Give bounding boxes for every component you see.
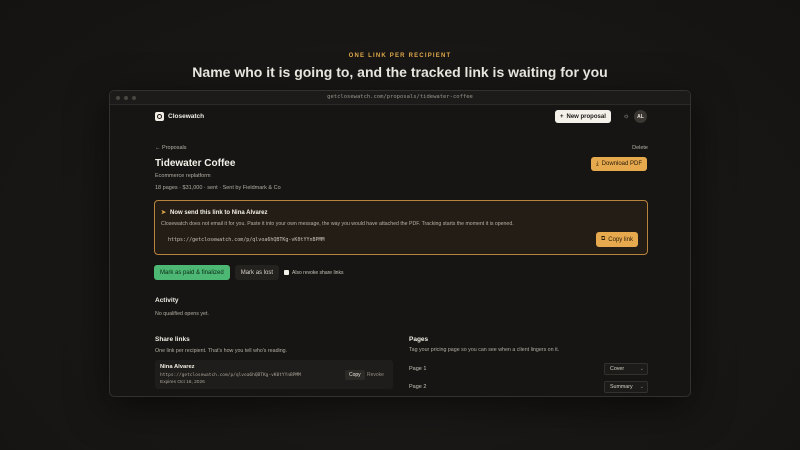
page-tag-select[interactable]: Cover ⌄: [604, 363, 648, 375]
eyebrow: ONE LINK PER RECIPIENT: [348, 53, 452, 59]
mark-paid-button[interactable]: Mark as paid & finalized: [154, 265, 230, 280]
download-label: Download PDF: [601, 161, 643, 167]
delete-button[interactable]: Delete: [632, 145, 648, 151]
share-links-description: One link per recipient. That's how you t…: [155, 348, 288, 354]
copy-icon: ⧉: [601, 236, 606, 242]
share-revoke-button[interactable]: Revoke: [367, 372, 384, 378]
callout-title: ➤ Now send this link to Nina Alvarez: [161, 209, 268, 217]
revoke-label: Also revoke share links: [292, 269, 344, 276]
share-expiry: Expires Oct 16, 2026: [160, 380, 205, 385]
callout-title-text: Now send this link to Nina Alvarez: [170, 209, 268, 216]
checkbox-box[interactable]: [284, 270, 290, 275]
page-row: Page 2 Summary ⌄: [409, 381, 648, 393]
chevron-down-icon: ⌄: [639, 384, 644, 390]
share-links-title: Share links: [155, 336, 190, 343]
page-title: Tidewater Coffee: [155, 158, 236, 169]
avatar[interactable]: AL: [634, 110, 647, 123]
brand-name: Closewatch: [168, 113, 205, 120]
share-url: https://getclosewatch.com/p/qlvoa6hQBTKg…: [160, 373, 301, 378]
theme-toggle-icon[interactable]: ☼: [623, 113, 629, 120]
page-tag-select[interactable]: Summary ⌄: [604, 381, 648, 393]
browser-window: getclosewatch.com/proposals/tidewater-co…: [109, 90, 691, 397]
mark-lost-button[interactable]: Mark as lost: [234, 265, 280, 280]
callout-description: Closewatch does not email it for you. Pa…: [161, 221, 514, 227]
copy-link-label: Copy link: [608, 236, 633, 243]
arrow-left-icon: ←: [155, 145, 161, 151]
page-label: Page 1: [409, 366, 427, 372]
pages-title: Pages: [409, 336, 429, 343]
breadcrumb[interactable]: ← Proposals: [155, 145, 187, 151]
copy-link-button[interactable]: ⧉ Copy link: [596, 232, 638, 247]
send-link-callout: ➤ Now send this link to Nina Alvarez Clo…: [154, 200, 648, 255]
status-actions: Mark as paid & finalized Mark as lost Al…: [154, 265, 343, 280]
chevron-down-icon: ⌄: [639, 366, 644, 372]
app-content: Closewatch + New proposal ☼ AL ← Proposa…: [154, 105, 648, 393]
send-icon: ➤: [161, 210, 167, 216]
share-link-row: Nina Alvarez https://getclosewatch.com/p…: [155, 360, 393, 389]
top-bar: Closewatch + New proposal ☼ AL: [154, 105, 648, 129]
page-tag-value: Summary: [610, 384, 633, 390]
new-proposal-button[interactable]: + New proposal: [555, 110, 611, 123]
activity-empty: No qualified opens yet.: [155, 311, 209, 317]
page-subtitle: Ecommerce replatform: [155, 173, 211, 179]
page-row: Page 1 Cover ⌄: [409, 363, 648, 375]
download-pdf-button[interactable]: ⤓ Download PDF: [591, 157, 648, 171]
breadcrumb-label: Proposals: [162, 145, 187, 151]
download-icon: ⤓: [596, 160, 599, 167]
revoke-checkbox[interactable]: Also revoke share links: [284, 270, 343, 276]
brand[interactable]: Closewatch: [155, 112, 204, 121]
activity-title: Activity: [155, 297, 179, 304]
proposal-meta: 18 pages · $31,000 · sent · Sent by Fiel…: [155, 185, 281, 191]
headline: Name who it is going to, and the tracked…: [192, 64, 608, 80]
logo-icon: [155, 112, 164, 121]
page-label: Page 2: [409, 384, 427, 390]
plus-icon: +: [560, 113, 564, 120]
tracked-link[interactable]: https://getclosewatch.com/p/qlvoa6hQBTKg…: [168, 237, 325, 243]
page-tag-value: Cover: [610, 366, 625, 372]
share-copy-button[interactable]: Copy: [345, 370, 365, 380]
browser-chrome: getclosewatch.com/proposals/tidewater-co…: [110, 91, 690, 105]
pages-description: Tag your pricing page so you can see whe…: [409, 347, 560, 353]
new-proposal-label: New proposal: [566, 113, 606, 120]
recipient-name: Nina Alvarez: [160, 364, 195, 370]
address-bar[interactable]: getclosewatch.com/proposals/tidewater-co…: [110, 94, 690, 100]
